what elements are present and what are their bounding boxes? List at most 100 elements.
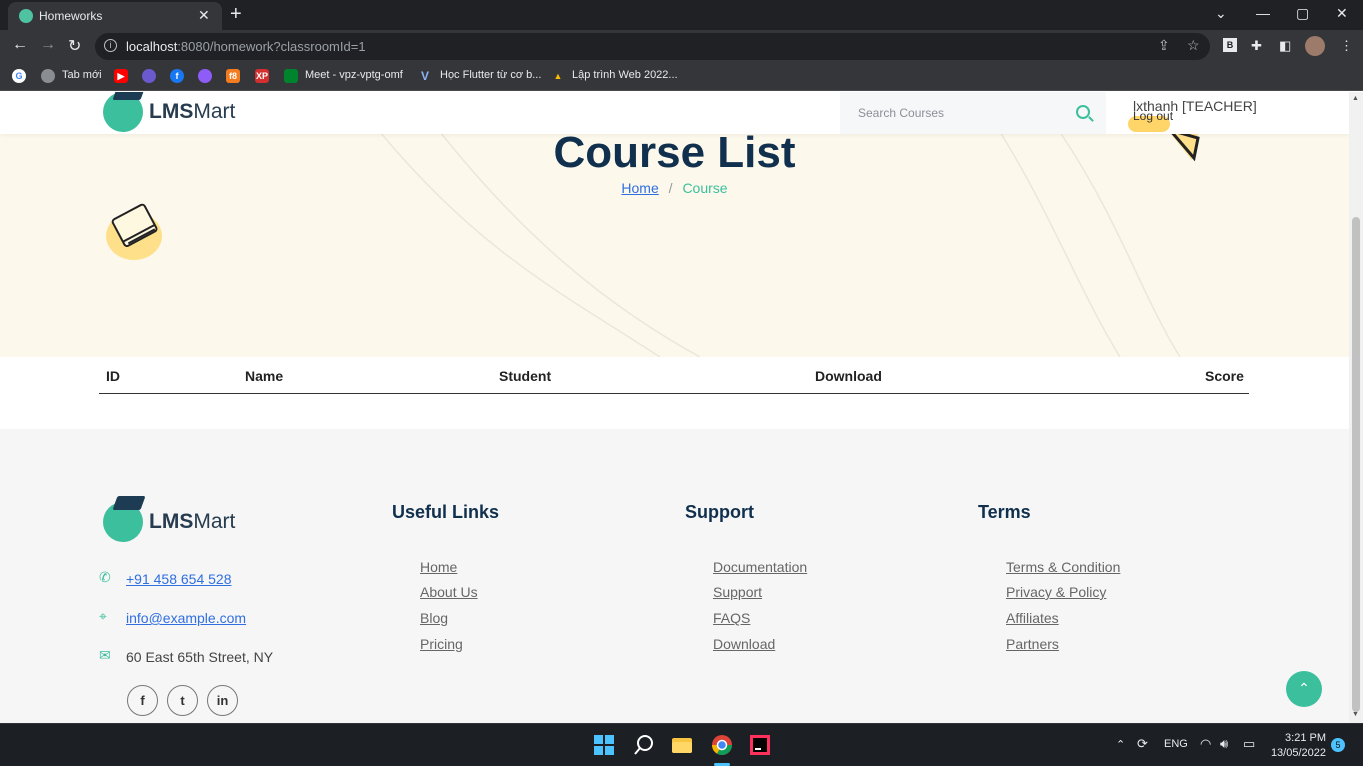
v-logo-icon[interactable]: V xyxy=(418,69,432,83)
extension-b-icon[interactable]: B xyxy=(1223,38,1237,52)
envelope-icon: ✉ xyxy=(99,647,111,663)
google-drive-icon[interactable]: ▲ xyxy=(551,69,565,83)
bookmark-star-icon[interactable]: ☆ xyxy=(1187,37,1200,54)
windows-start-icon[interactable] xyxy=(593,734,615,756)
windows-taskbar: ⌃ ⟳ ENG ◠ 🔊︎ ▭ 3:21 PM 13/05/2022 5 xyxy=(0,723,1363,766)
footer-link-faqs[interactable]: FAQS xyxy=(713,610,750,626)
tab-title: Homeworks xyxy=(39,9,103,23)
page-viewport: Course List Home / Course LMSMart Search… xyxy=(0,92,1349,723)
phone-icon: ✆ xyxy=(99,569,111,585)
bookmarks-bar: G Tab mới ▶ f f8 XP Meet - vpz-vptg-omf … xyxy=(0,63,1363,91)
column-header-download: Download xyxy=(815,368,882,384)
facebook-icon[interactable]: f xyxy=(170,69,184,83)
footer-email-link[interactable]: info@example.com xyxy=(126,610,246,626)
intellij-icon[interactable] xyxy=(749,734,771,756)
breadcrumb-home-link[interactable]: Home xyxy=(621,180,658,196)
site-footer: LMSMart ✆ +91 458 654 528 ⌖ info@example… xyxy=(0,429,1349,723)
footer-link-blog[interactable]: Blog xyxy=(420,610,448,626)
search-icon[interactable] xyxy=(1076,105,1090,119)
bookmark-web-2022[interactable]: Lập trình Web 2022... xyxy=(572,69,678,81)
twitter-social-icon[interactable]: t xyxy=(167,685,198,716)
footer-logo[interactable]: LMSMart xyxy=(103,496,236,542)
site-info-icon[interactable]: i xyxy=(104,39,117,52)
back-icon[interactable]: ← xyxy=(12,36,28,54)
profile-avatar[interactable] xyxy=(1305,36,1325,56)
volume-icon[interactable]: 🔊︎ xyxy=(1220,736,1228,752)
facebook-social-icon[interactable]: f xyxy=(127,685,158,716)
file-explorer-icon[interactable] xyxy=(671,734,693,756)
close-tab-icon[interactable]: ✕ xyxy=(198,7,210,24)
logo-text-light: Mart xyxy=(193,100,236,123)
google-icon[interactable]: G xyxy=(12,69,26,83)
footer-link-pricing[interactable]: Pricing xyxy=(420,636,463,652)
clock-time: 3:21 PM xyxy=(1285,732,1326,744)
footer-link-affiliates[interactable]: Affiliates xyxy=(1006,610,1059,626)
bookmark-meet[interactable]: Meet - vpz-vptg-omf xyxy=(305,69,403,81)
sync-icon[interactable]: ⟳ xyxy=(1137,736,1148,752)
scrollbar-thumb[interactable] xyxy=(1352,217,1360,712)
side-panel-icon[interactable]: ◧ xyxy=(1279,38,1291,54)
logo-text-bold: LMS xyxy=(149,100,194,123)
meet-icon[interactable] xyxy=(284,69,298,83)
browser-tab-bar: Homeworks ✕ + ⌄ — ▢ ✕ xyxy=(0,0,1363,30)
chevron-up-icon: ⌃ xyxy=(1298,680,1310,696)
notification-badge[interactable]: 5 xyxy=(1331,738,1345,752)
chevron-up-tray-icon[interactable]: ⌃ xyxy=(1116,738,1125,751)
bookmark-app-icon[interactable] xyxy=(142,69,156,83)
extensions-puzzle-icon[interactable]: ✚ xyxy=(1251,38,1262,54)
battery-icon[interactable]: ▭ xyxy=(1243,736,1255,752)
youtube-icon[interactable]: ▶ xyxy=(114,69,128,83)
footer-useful-links-heading: Useful Links xyxy=(392,502,500,522)
bookmark-flutter[interactable]: Học Flutter từ cơ b... xyxy=(440,69,541,81)
menu-kebab-icon[interactable]: ⋮ xyxy=(1340,38,1353,54)
logout-label[interactable]: Log out xyxy=(1133,109,1173,123)
scroll-down-arrow-icon[interactable]: ▼ xyxy=(1352,711,1359,718)
minimize-icon[interactable]: — xyxy=(1256,5,1270,21)
search-taskbar-icon[interactable] xyxy=(633,734,655,756)
bookmark-tab-moi[interactable]: Tab mới xyxy=(62,69,102,81)
scroll-to-top-button[interactable]: ⌃ xyxy=(1286,671,1322,707)
share-icon[interactable]: ⇪ xyxy=(1158,37,1170,54)
close-window-icon[interactable]: ✕ xyxy=(1336,5,1348,22)
xp-icon[interactable]: XP xyxy=(255,69,269,83)
footer-link-support[interactable]: Support xyxy=(713,584,762,600)
chrome-icon[interactable] xyxy=(711,734,733,756)
column-header-student: Student xyxy=(499,368,552,384)
graduation-cap-logo-icon xyxy=(103,496,146,542)
messenger-icon[interactable] xyxy=(198,69,212,83)
maximize-icon[interactable]: ▢ xyxy=(1296,5,1309,22)
course-table-header: ID Name Student Download Score xyxy=(99,357,1249,394)
forward-icon[interactable]: → xyxy=(40,36,56,54)
scroll-up-arrow-icon[interactable]: ▲ xyxy=(1352,95,1359,102)
browser-toolbar: ← → ↻ i localhost:8080/homework?classroo… xyxy=(0,30,1363,63)
system-clock[interactable]: 3:21 PM 13/05/2022 xyxy=(1268,731,1326,761)
search-placeholder: Search Courses xyxy=(858,106,945,120)
footer-link-partners[interactable]: Partners xyxy=(1006,636,1059,652)
footer-link-about-us[interactable]: About Us xyxy=(420,584,478,600)
reload-icon[interactable]: ↻ xyxy=(68,36,81,56)
new-tab-icon[interactable]: + xyxy=(230,3,242,25)
footer-link-terms-condition[interactable]: Terms & Condition xyxy=(1006,559,1120,575)
wifi-icon[interactable]: ◠ xyxy=(1200,736,1211,752)
footer-link-documentation[interactable]: Documentation xyxy=(713,559,807,575)
f8-icon[interactable]: f8 xyxy=(226,69,240,83)
footer-link-home[interactable]: Home xyxy=(420,559,457,575)
footer-support-heading: Support xyxy=(685,502,754,522)
address-bar[interactable]: i localhost:8080/homework?classroomId=1 … xyxy=(95,33,1210,60)
site-logo[interactable]: LMSMart xyxy=(103,92,235,132)
page-title: Course List xyxy=(553,128,796,177)
graduation-cap-logo-icon xyxy=(103,92,146,132)
language-indicator[interactable]: ENG xyxy=(1164,738,1188,750)
site-favicon-icon xyxy=(19,9,33,23)
column-header-name: Name xyxy=(245,368,284,384)
footer-phone-link[interactable]: +91 458 654 528 xyxy=(126,571,232,587)
footer-link-privacy-policy[interactable]: Privacy & Policy xyxy=(1006,584,1106,600)
footer-logo-text-light: Mart xyxy=(193,510,236,533)
search-courses-input[interactable]: Search Courses xyxy=(840,92,1106,134)
page-scrollbar[interactable]: ▲ ▼ xyxy=(1349,92,1363,723)
footer-address: 60 East 65th Street, NY xyxy=(126,649,274,665)
browser-tab[interactable]: Homeworks ✕ xyxy=(8,2,222,30)
footer-link-download[interactable]: Download xyxy=(713,636,775,652)
linkedin-social-icon[interactable]: in xyxy=(207,685,238,716)
tab-search-icon[interactable]: ⌄ xyxy=(1215,5,1227,22)
